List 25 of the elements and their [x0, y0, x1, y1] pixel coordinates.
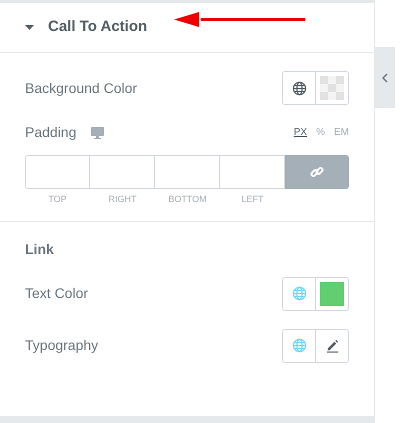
section-title: Call To Action	[48, 17, 148, 38]
caret-icon[interactable]	[25, 25, 34, 30]
padding-input[interactable]	[155, 155, 220, 189]
collapse-tab[interactable]	[375, 47, 395, 108]
control-label: Padding	[25, 123, 76, 142]
link-icon	[310, 165, 324, 179]
control-label: Typography	[25, 336, 98, 355]
input-label: TOP	[47, 193, 68, 206]
unit-option[interactable]: PX	[294, 125, 308, 140]
input-label: RIGHT	[108, 193, 138, 206]
control-label: Text Color	[25, 284, 88, 303]
unit-option[interactable]: %	[316, 125, 325, 140]
unit-option[interactable]: EM	[334, 125, 349, 140]
section-heading: Link	[25, 240, 55, 258]
padding-input[interactable]	[90, 155, 155, 189]
padding-input[interactable]	[25, 155, 90, 189]
link-values-button[interactable]	[285, 155, 349, 189]
color-swatch[interactable]	[320, 282, 344, 306]
chevron-left-icon	[382, 72, 388, 82]
input-label: BOTTOM	[167, 193, 208, 206]
input-label: LEFT	[240, 193, 264, 206]
color-swatch[interactable]	[320, 76, 344, 100]
pencil-icon	[324, 338, 340, 353]
control-label: Background Color	[25, 78, 138, 98]
monitor-icon	[91, 126, 104, 138]
